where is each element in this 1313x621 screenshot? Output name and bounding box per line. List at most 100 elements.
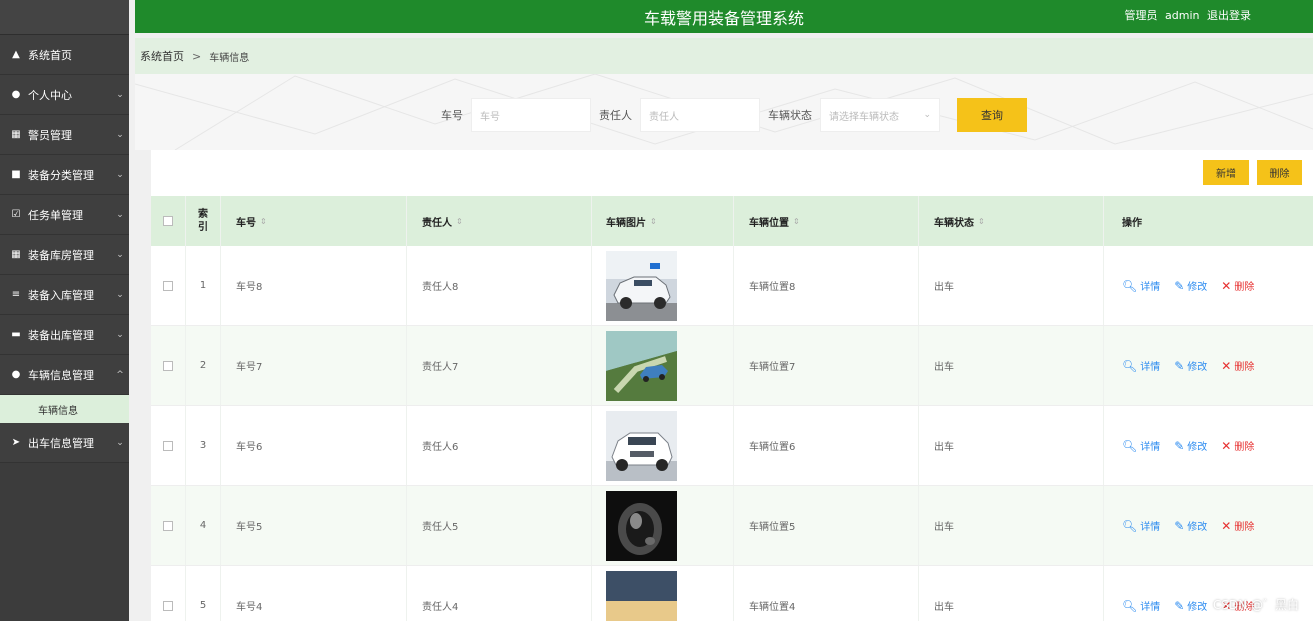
sidebar-item-dispatch[interactable]: ➤ 出车信息管理 ⌄ (0, 423, 129, 463)
row-index: 5 (186, 566, 221, 621)
row-checkbox[interactable] (163, 360, 173, 371)
row-status: 出车 (919, 406, 1104, 485)
breadcrumb-home[interactable]: 系统首页 (140, 48, 184, 64)
chevron-down-icon: ⌄ (923, 110, 931, 120)
home-icon: ▲ (12, 49, 20, 60)
vehicle-image[interactable] (606, 250, 677, 321)
row-status: 出车 (919, 326, 1104, 405)
sidebar-item-stock-out[interactable]: ▬ 装备出库管理 ⌄ (0, 315, 129, 355)
header-checkbox-cell (151, 196, 186, 246)
search-icon: 🔍︎ (1122, 598, 1138, 613)
watermark: CSDN @゛黑白 (1212, 598, 1299, 612)
sort-icon: ⇕ (260, 216, 267, 226)
sidebar-item-label: 警员管理 (28, 128, 72, 142)
delete-row-button[interactable]: ✕ 删除 (1221, 278, 1254, 294)
detail-button[interactable]: 🔍︎ 详情 (1122, 278, 1160, 294)
user-role: 管理员 (1124, 9, 1158, 22)
sidebar-item-home[interactable]: ▲ 系统首页 (0, 35, 129, 75)
user-name: admin (1165, 9, 1200, 22)
delete-row-button[interactable]: ✕ 删除 (1221, 438, 1254, 454)
vehicle-image[interactable] (606, 330, 677, 401)
chevron-down-icon: ⌄ (116, 289, 124, 300)
detail-button[interactable]: 🔍︎ 详情 (1122, 438, 1160, 454)
close-icon: ✕ (1221, 518, 1232, 533)
row-plate: 车号5 (221, 486, 407, 565)
chevron-up-icon: ^ (116, 369, 124, 380)
briefcase-icon: ■ (11, 169, 21, 180)
search-icon: 🔍︎ (1122, 438, 1138, 453)
chevron-down-icon: ⌄ (116, 437, 124, 448)
chevron-down-icon: ⌄ (116, 89, 124, 100)
person-input[interactable]: 责任人 (640, 98, 760, 132)
header-person[interactable]: 责任人 ⇕ (407, 196, 592, 246)
detail-button[interactable]: 🔍︎ 详情 (1122, 518, 1160, 534)
row-index: 4 (186, 486, 221, 565)
sidebar-item-tasks[interactable]: ☑ 任务单管理 ⌄ (0, 195, 129, 235)
sidebar-item-label: 出车信息管理 (28, 436, 94, 450)
detail-button[interactable]: 🔍︎ 详情 (1122, 358, 1160, 374)
sidebar-subitem-vehicle-info[interactable]: 车辆信息 (0, 395, 129, 423)
row-checkbox[interactable] (163, 280, 173, 291)
add-button[interactable]: 新增 (1203, 160, 1249, 185)
chevron-down-icon: ⌄ (116, 329, 124, 340)
row-status: 出车 (919, 486, 1104, 565)
row-checkbox[interactable] (163, 520, 173, 531)
delete-row-button[interactable]: ✕ 删除 (1221, 358, 1254, 374)
edit-button[interactable]: ✎ 修改 (1174, 438, 1207, 454)
sort-icon: ⇕ (793, 216, 800, 226)
header-image[interactable]: 车辆图片 ⇕ (592, 196, 734, 246)
sidebar-item-police[interactable]: ▦ 警员管理 ⌄ (0, 115, 129, 155)
list-icon: ≡ (11, 289, 21, 300)
row-location: 车辆位置6 (734, 406, 919, 485)
vehicle-table: 索引 车号 ⇕ 责任人 ⇕ 车辆图片 ⇕ 车辆位置 ⇕ 车辆状态 ⇕ 操作 1 车号8 责… (151, 196, 1313, 621)
sidebar-item-vehicle[interactable]: ● 车辆信息管理 ^ (0, 355, 129, 395)
breadcrumb: 系统首页 > 车辆信息 (135, 38, 1313, 74)
row-index: 2 (186, 326, 221, 405)
select-all-checkbox[interactable] (163, 216, 173, 226)
row-checkbox[interactable] (163, 600, 173, 611)
sidebar-item-label: 装备库房管理 (28, 248, 94, 262)
sidebar-item-label: 系统首页 (28, 48, 72, 62)
sidebar-item-profile[interactable]: ● 个人中心 ⌄ (0, 75, 129, 115)
status-select[interactable]: 请选择车辆状态 ⌄ (820, 98, 940, 132)
table-row: 2 车号7 责任人7 车辆位置7 出车 🔍︎ 详情 ✎ 修改 ✕ 删除 (151, 326, 1313, 406)
detail-button[interactable]: 🔍︎ 详情 (1122, 598, 1160, 614)
top-header: 车载警用装备管理系统 管理员 admin 退出登录 (135, 0, 1313, 33)
table-row: 4 车号5 责任人5 车辆位置5 出车 🔍︎ 详情 ✎ 修改 ✕ 删除 (151, 486, 1313, 566)
sidebar-item-label: 任务单管理 (28, 208, 83, 222)
vehicle-image[interactable] (606, 570, 677, 621)
search-icon: 🔍︎ (1122, 278, 1138, 293)
header-plate[interactable]: 车号 ⇕ (221, 196, 407, 246)
header-ops: 操作 (1122, 217, 1142, 229)
query-button[interactable]: 查询 (957, 98, 1027, 132)
row-status: 出车 (919, 566, 1104, 621)
edit-button[interactable]: ✎ 修改 (1174, 278, 1207, 294)
edit-button[interactable]: ✎ 修改 (1174, 598, 1207, 614)
row-person: 责任人7 (407, 326, 592, 405)
row-location: 车辆位置5 (734, 486, 919, 565)
delete-button[interactable]: 删除 (1257, 160, 1302, 185)
status-label: 车辆状态 (768, 109, 812, 122)
vehicle-image[interactable] (606, 490, 677, 561)
row-checkbox[interactable] (163, 440, 173, 451)
sidebar-item-warehouse[interactable]: ▦ 装备库房管理 ⌄ (0, 235, 129, 275)
vehicle-image[interactable] (606, 410, 677, 481)
search-icon: 🔍︎ (1122, 358, 1138, 373)
logout-link[interactable]: 退出登录 (1207, 9, 1251, 22)
edit-button[interactable]: ✎ 修改 (1174, 518, 1207, 534)
sort-icon: ⇕ (650, 216, 657, 226)
header-status[interactable]: 车辆状态 ⇕ (919, 196, 1104, 246)
row-location: 车辆位置4 (734, 566, 919, 621)
table-row: 5 车号4 责任人4 车辆位置4 出车 🔍︎ 详情 ✎ 修改 ✕ 删除 (151, 566, 1313, 621)
cylinder-icon: ▬ (11, 329, 21, 340)
row-location: 车辆位置8 (734, 246, 919, 325)
user-area: 管理员 admin 退出登录 (1121, 7, 1251, 23)
row-status: 出车 (919, 246, 1104, 325)
header-location[interactable]: 车辆位置 ⇕ (734, 196, 919, 246)
plate-input[interactable]: 车号 (471, 98, 591, 132)
edit-button[interactable]: ✎ 修改 (1174, 358, 1207, 374)
chevron-down-icon: ⌄ (116, 129, 124, 140)
delete-row-button[interactable]: ✕ 删除 (1221, 518, 1254, 534)
sidebar-item-stock-in[interactable]: ≡ 装备入库管理 ⌄ (0, 275, 129, 315)
sidebar-item-equip-category[interactable]: ■ 装备分类管理 ⌄ (0, 155, 129, 195)
